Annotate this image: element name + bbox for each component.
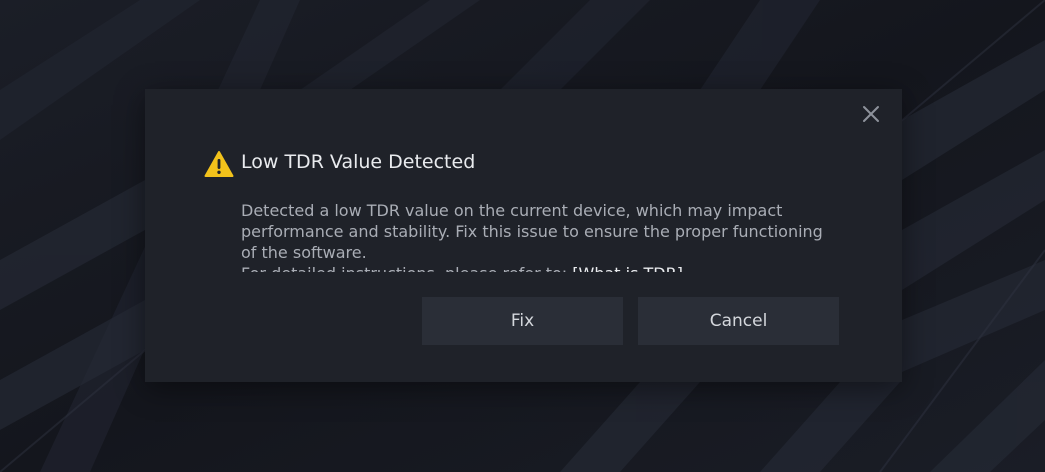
what-is-tdr-link[interactable]: [What is TDR] — [572, 264, 683, 272]
dialog-title: Low TDR Value Detected — [241, 151, 476, 173]
message-reference: For detailed instructions, please refer … — [241, 263, 831, 272]
low-tdr-dialog: Low TDR Value Detected Detected a low TD… — [145, 89, 902, 382]
fix-button[interactable]: Fix — [422, 297, 623, 345]
close-button[interactable] — [859, 102, 883, 126]
message-text: Detected a low TDR value on the current … — [241, 201, 823, 262]
warning-triangle-icon — [204, 150, 234, 178]
close-icon — [863, 106, 879, 122]
dialog-message: Detected a low TDR value on the current … — [241, 200, 831, 272]
reference-prefix: For detailed instructions, please refer … — [241, 264, 572, 272]
cancel-button[interactable]: Cancel — [638, 297, 839, 345]
